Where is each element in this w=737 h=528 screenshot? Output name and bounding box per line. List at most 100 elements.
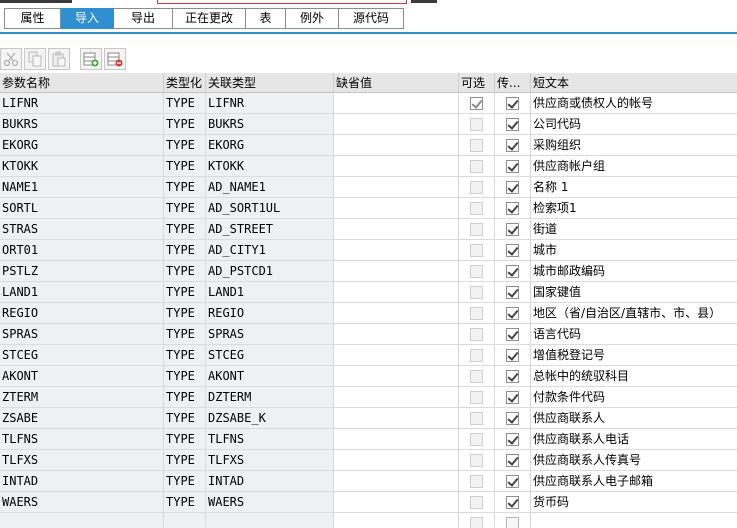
optional-checkbox[interactable] — [470, 370, 483, 383]
cell-typing[interactable]: TYPE — [164, 303, 206, 324]
cell-typing[interactable]: TYPE — [164, 324, 206, 345]
cell-typing[interactable]: TYPE — [164, 387, 206, 408]
cell-short-text[interactable]: 供应商或债权人的帐号 — [531, 93, 737, 114]
optional-checkbox[interactable] — [470, 118, 483, 131]
optional-checkbox[interactable] — [470, 202, 483, 215]
table-row[interactable]: LIFNR TYPE LIFNR 供应商或债权人的帐号 — [0, 93, 737, 114]
cell-default[interactable] — [334, 471, 459, 492]
cell-typing[interactable]: TYPE — [164, 198, 206, 219]
col-header-short-text[interactable]: 短文本 — [531, 73, 737, 93]
cell-typing[interactable]: TYPE — [164, 114, 206, 135]
cell-default[interactable] — [334, 366, 459, 387]
cell-param[interactable]: AKONT — [0, 366, 164, 387]
cell-typing[interactable]: TYPE — [164, 366, 206, 387]
cell-short-text[interactable]: 城市 — [531, 240, 737, 261]
cell-param[interactable]: ORT01 — [0, 240, 164, 261]
cell-short-text[interactable]: 语言代码 — [531, 324, 737, 345]
cell-default[interactable] — [334, 93, 459, 114]
pass-value-checkbox[interactable] — [506, 517, 519, 528]
cell-short-text[interactable]: 增值税登记号 — [531, 345, 737, 366]
cell-default[interactable] — [334, 261, 459, 282]
table-row[interactable]: STRAS TYPE AD_STREET 街道 — [0, 219, 737, 240]
optional-checkbox[interactable] — [470, 160, 483, 173]
cutoff-input[interactable] — [157, 0, 407, 4]
table-row[interactable] — [0, 513, 737, 528]
cell-param[interactable]: STRAS — [0, 219, 164, 240]
optional-checkbox[interactable] — [470, 97, 483, 110]
table-row[interactable]: ZSABE TYPE DZSABE_K 供应商联系人 — [0, 408, 737, 429]
cell-ref-type[interactable]: BUKRS — [206, 114, 334, 135]
col-header-optional[interactable]: 可选 — [459, 73, 495, 93]
table-row[interactable]: AKONT TYPE AKONT 总帐中的统驭科目 — [0, 366, 737, 387]
cell-short-text[interactable]: 付款条件代码 — [531, 387, 737, 408]
pass-value-checkbox[interactable] — [506, 118, 519, 131]
table-row[interactable]: REGIO TYPE REGIO 地区（省/自治区/直辖市、市、县） — [0, 303, 737, 324]
cell-param[interactable]: BUKRS — [0, 114, 164, 135]
table-row[interactable]: BUKRS TYPE BUKRS 公司代码 — [0, 114, 737, 135]
cell-default[interactable] — [334, 114, 459, 135]
cell-default[interactable] — [334, 240, 459, 261]
pass-value-checkbox[interactable] — [506, 454, 519, 467]
cell-param[interactable]: TLFXS — [0, 450, 164, 471]
cell-param[interactable]: REGIO — [0, 303, 164, 324]
cell-default[interactable] — [334, 303, 459, 324]
optional-checkbox[interactable] — [470, 265, 483, 278]
cell-param[interactable]: PSTLZ — [0, 261, 164, 282]
optional-checkbox[interactable] — [470, 349, 483, 362]
cell-param[interactable]: ZSABE — [0, 408, 164, 429]
cell-default[interactable] — [334, 492, 459, 513]
cell-param[interactable]: TLFNS — [0, 429, 164, 450]
tab-6[interactable]: 源代码 — [339, 8, 404, 29]
cell-ref-type[interactable]: TLFNS — [206, 429, 334, 450]
table-row[interactable]: EKORG TYPE EKORG 采购组织 — [0, 135, 737, 156]
table-row[interactable]: PSTLZ TYPE AD_PSTCD1 城市邮政编码 — [0, 261, 737, 282]
table-row[interactable]: TLFXS TYPE TLFXS 供应商联系人传真号 — [0, 450, 737, 471]
cell-param[interactable]: KTOKK — [0, 156, 164, 177]
pass-value-checkbox[interactable] — [506, 307, 519, 320]
table-row[interactable]: LAND1 TYPE LAND1 国家键值 — [0, 282, 737, 303]
optional-checkbox[interactable] — [470, 517, 483, 528]
pass-value-checkbox[interactable] — [506, 202, 519, 215]
cell-typing[interactable]: TYPE — [164, 135, 206, 156]
cell-ref-type[interactable]: AD_CITY1 — [206, 240, 334, 261]
cell-typing[interactable]: TYPE — [164, 429, 206, 450]
optional-checkbox[interactable] — [470, 307, 483, 320]
col-header-typing[interactable]: 类型化 — [164, 73, 206, 93]
optional-checkbox[interactable] — [470, 286, 483, 299]
cell-default[interactable] — [334, 324, 459, 345]
cell-ref-type[interactable]: EKORG — [206, 135, 334, 156]
cell-short-text[interactable]: 名称 1 — [531, 177, 737, 198]
tab-1[interactable]: 导入 — [61, 8, 114, 29]
cell-short-text[interactable]: 街道 — [531, 219, 737, 240]
cell-short-text[interactable]: 供应商联系人传真号 — [531, 450, 737, 471]
cell-ref-type[interactable]: AD_STREET — [206, 219, 334, 240]
cell-short-text[interactable]: 采购组织 — [531, 135, 737, 156]
col-header-param[interactable]: 参数名称 — [0, 73, 164, 93]
cell-typing[interactable]: TYPE — [164, 282, 206, 303]
cell-param[interactable]: STCEG — [0, 345, 164, 366]
pass-value-checkbox[interactable] — [506, 139, 519, 152]
optional-checkbox[interactable] — [470, 454, 483, 467]
cell-param[interactable]: NAME1 — [0, 177, 164, 198]
cell-typing[interactable]: TYPE — [164, 492, 206, 513]
pass-value-checkbox[interactable] — [506, 160, 519, 173]
cell-param[interactable]: INTAD — [0, 471, 164, 492]
cell-short-text[interactable]: 城市邮政编码 — [531, 261, 737, 282]
cell-ref-type[interactable]: TLFXS — [206, 450, 334, 471]
cell-short-text[interactable]: 供应商联系人电子邮箱 — [531, 471, 737, 492]
cell-ref-type[interactable]: WAERS — [206, 492, 334, 513]
cell-ref-type[interactable]: LAND1 — [206, 282, 334, 303]
cell-typing[interactable]: TYPE — [164, 408, 206, 429]
cell-ref-type[interactable]: AD_PSTCD1 — [206, 261, 334, 282]
cell-default[interactable] — [334, 408, 459, 429]
table-row[interactable]: TLFNS TYPE TLFNS 供应商联系人电话 — [0, 429, 737, 450]
cut-button[interactable] — [0, 48, 22, 70]
cell-default[interactable] — [334, 429, 459, 450]
cell-short-text[interactable]: 公司代码 — [531, 114, 737, 135]
cell-short-text[interactable]: 国家键值 — [531, 282, 737, 303]
optional-checkbox[interactable] — [470, 139, 483, 152]
cell-typing[interactable]: TYPE — [164, 219, 206, 240]
insert-row-button[interactable] — [80, 48, 102, 70]
table-row[interactable]: WAERS TYPE WAERS 货币码 — [0, 492, 737, 513]
cell-param[interactable]: SPRAS — [0, 324, 164, 345]
